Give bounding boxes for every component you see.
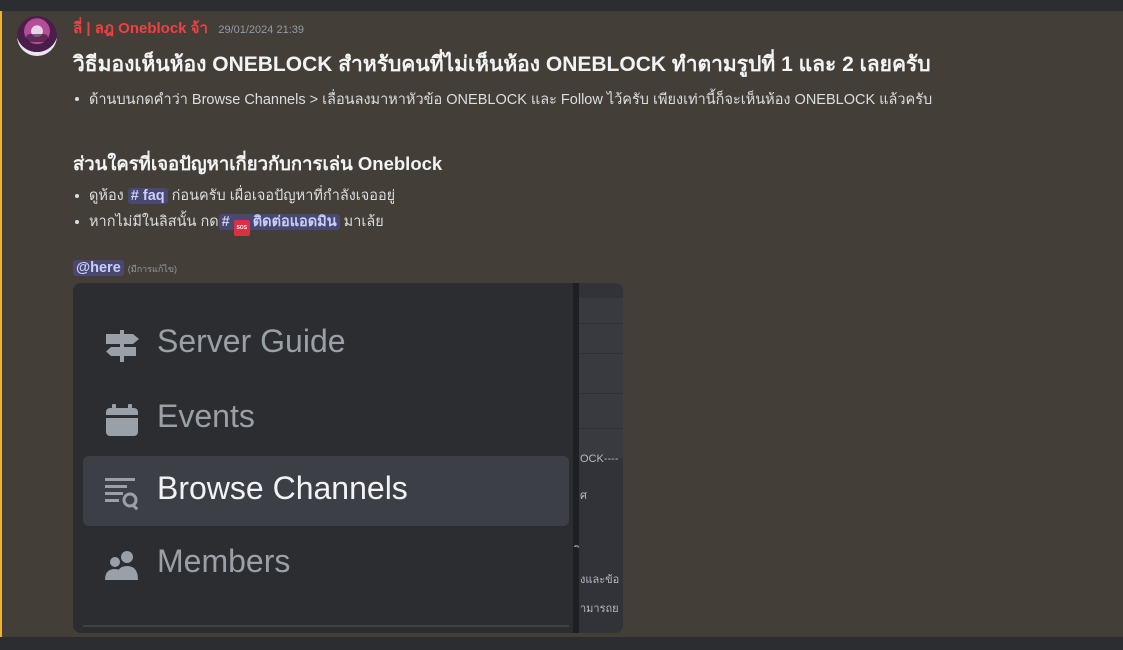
image-attachment[interactable]: Server Guide Events Browse Channels Memb… bbox=[73, 283, 623, 633]
sos-emoji-icon: SOS bbox=[233, 220, 250, 236]
edited-label: (มีการแก้ไข) bbox=[127, 264, 177, 274]
divider bbox=[579, 353, 623, 354]
fragment-text: OCK---- bbox=[580, 453, 619, 465]
menu-item-browse-channels: Browse Channels bbox=[83, 456, 569, 526]
here-mention[interactable]: @here bbox=[73, 260, 124, 276]
channel-pane-fragment: OCK---- ศ ิ งและข้อ ามารถย bbox=[579, 283, 623, 633]
channel-mention-contact-admin[interactable]: # SOS ติดต่อแอดมิน bbox=[218, 214, 340, 236]
hash-icon: # bbox=[221, 214, 230, 230]
fragment-text: ศ bbox=[580, 490, 587, 502]
message-header: ลี่ | ลฎ Oneblock จ้า 29/01/2024 21:39 bbox=[73, 16, 304, 40]
bullet-text: หากไม่มีในลิสนั้น กด bbox=[89, 214, 219, 230]
channel-name: ติดต่อแอดมิน bbox=[252, 214, 337, 230]
list-item: หากไม่มีในลิสนั้น กด # SOS ติดต่อแอดมิน มาเ… bbox=[73, 211, 395, 237]
members-icon bbox=[105, 551, 138, 580]
menu-item-events: Events bbox=[83, 384, 569, 454]
list-item: ด้านบนกดคำว่า Browse Channels > เลื่อนลง… bbox=[73, 88, 932, 111]
username[interactable]: ลี่ | ลฎ Oneblock จ้า bbox=[73, 20, 208, 37]
bottom-bar bbox=[0, 637, 1123, 650]
divider bbox=[579, 393, 623, 394]
fragment-text: งและข้อ bbox=[580, 574, 620, 586]
fragment-text: ามารถย bbox=[580, 603, 619, 615]
menu-item-label: Members bbox=[157, 543, 291, 579]
bullet-text: ดูห้อง bbox=[89, 188, 124, 204]
divider bbox=[579, 323, 623, 324]
channel-name: faq bbox=[142, 188, 165, 204]
bullet-list-2: ดูห้อง # faq ก่อนครับ เผื่อเจอปัญหาที่กำล… bbox=[73, 185, 395, 237]
channel-mention-faq[interactable]: # faq bbox=[127, 188, 168, 204]
calendar-icon bbox=[106, 404, 138, 436]
here-line: @here (มีการแก้ไข) bbox=[73, 259, 177, 277]
avatar[interactable] bbox=[17, 16, 57, 56]
menu-item-server-guide: Server Guide bbox=[83, 309, 569, 379]
message-highlighted: ลี่ | ลฎ Oneblock จ้า 29/01/2024 21:39 ว… bbox=[0, 11, 1123, 637]
timestamp[interactable]: 29/01/2024 21:39 bbox=[218, 24, 304, 36]
message-title: วิธีมองเห็นห้อง ONEBLOCK สำหรับคนที่ไม่เ… bbox=[73, 53, 931, 76]
channel-pane-header bbox=[579, 298, 623, 458]
top-bar bbox=[0, 0, 1123, 11]
signpost-icon bbox=[106, 330, 139, 362]
bullet-text: ก่อนครับ เผื่อเจอปัญหาที่กำลังเจออยู่ bbox=[167, 188, 396, 204]
menu-divider bbox=[83, 625, 569, 627]
divider bbox=[579, 428, 623, 429]
menu-item-label: Server Guide bbox=[157, 323, 346, 359]
hash-icon: # bbox=[130, 188, 139, 204]
browse-channels-icon bbox=[105, 478, 139, 511]
menu-item-label: Browse Channels bbox=[157, 470, 408, 506]
server-menu-screenshot: Server Guide Events Browse Channels Memb… bbox=[73, 283, 575, 633]
bullet-text: มาเล้ย bbox=[339, 214, 384, 230]
bullet-list-1: ด้านบนกดคำว่า Browse Channels > เลื่อนลง… bbox=[73, 88, 932, 111]
menu-item-label: Events bbox=[157, 398, 255, 434]
message-subheading: ส่วนใครที่เจอปัญหาเกี่ยวกับการเล่น Onebl… bbox=[73, 153, 443, 174]
list-item: ดูห้อง # faq ก่อนครับ เผื่อเจอปัญหาที่กำล… bbox=[73, 185, 395, 211]
menu-item-members: Members bbox=[83, 529, 569, 599]
